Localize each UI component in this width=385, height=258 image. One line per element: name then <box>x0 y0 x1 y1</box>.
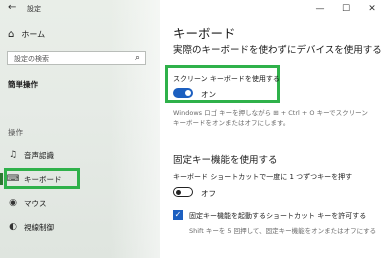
sticky-keys-toggle[interactable] <box>173 187 193 197</box>
app-title: 設定 <box>27 5 41 13</box>
search-placeholder: 設定の検索 <box>14 55 49 63</box>
section-heading-onscreen: 実際のキーボードを使わずにデバイスを使用する <box>173 45 382 56</box>
sticky-shortcut-checkbox[interactable]: ✓ <box>173 210 183 220</box>
section-header-interaction: 操作 <box>8 128 23 137</box>
sticky-keys-label: キーボード ショートカットで一度に 1 つずつキーを押す <box>173 173 353 181</box>
sidebar-item-mouse[interactable]: ◉ マウス <box>0 193 160 213</box>
sidebar-item-label: マウス <box>24 198 47 208</box>
category-title: 簡単操作 <box>8 80 38 89</box>
sidebar-item-eye-control[interactable]: ◐ 視線制御 <box>0 217 160 237</box>
search-icon[interactable]: ⌕ <box>135 53 140 63</box>
sidebar-item-label: 音声認識 <box>24 150 54 160</box>
sticky-shortcut-description: Shift キーを 5 回押して、固定キー機能をオンまたはオフにする <box>189 227 377 235</box>
home-icon: ⌂ <box>8 29 15 40</box>
main-content: キーボード 実際のキーボードを使わずにデバイスを使用する スクリーン キーボード… <box>160 0 385 258</box>
sticky-keys-state: オフ <box>201 189 216 198</box>
section-heading-sticky-keys: 固定キー機能を使用する <box>173 155 278 166</box>
back-arrow-icon[interactable]: ← <box>8 2 16 13</box>
mouse-icon: ◉ <box>9 198 17 208</box>
home-label: ホーム <box>21 30 46 39</box>
onscreen-keyboard-label: スクリーン キーボードを使用する <box>173 75 280 83</box>
sticky-shortcut-checkbox-label: 固定キー機能を起動するショートカット キーを許可する <box>189 212 367 220</box>
onscreen-keyboard-toggle[interactable] <box>173 88 193 98</box>
page-title: キーボード <box>173 26 236 41</box>
eye-control-icon: ◐ <box>9 222 17 232</box>
microphone-icon: ♫ <box>8 150 18 160</box>
bottom-fade <box>160 236 385 258</box>
onscreen-keyboard-description: Windows ロゴ キーを押しながら ⊞ + Ctrl + O キーでスクリー… <box>173 109 368 127</box>
onscreen-keyboard-state: オン <box>201 90 216 99</box>
sidebar-item-speech[interactable]: ♫ 音声認識 <box>0 145 160 165</box>
highlight-box-keyboard-nav <box>4 168 80 189</box>
sidebar-item-label: 視線制御 <box>24 222 54 232</box>
search-input[interactable]: 設定の検索 ⌕ <box>7 51 146 65</box>
home-link[interactable]: ⌂ ホーム <box>8 29 45 40</box>
